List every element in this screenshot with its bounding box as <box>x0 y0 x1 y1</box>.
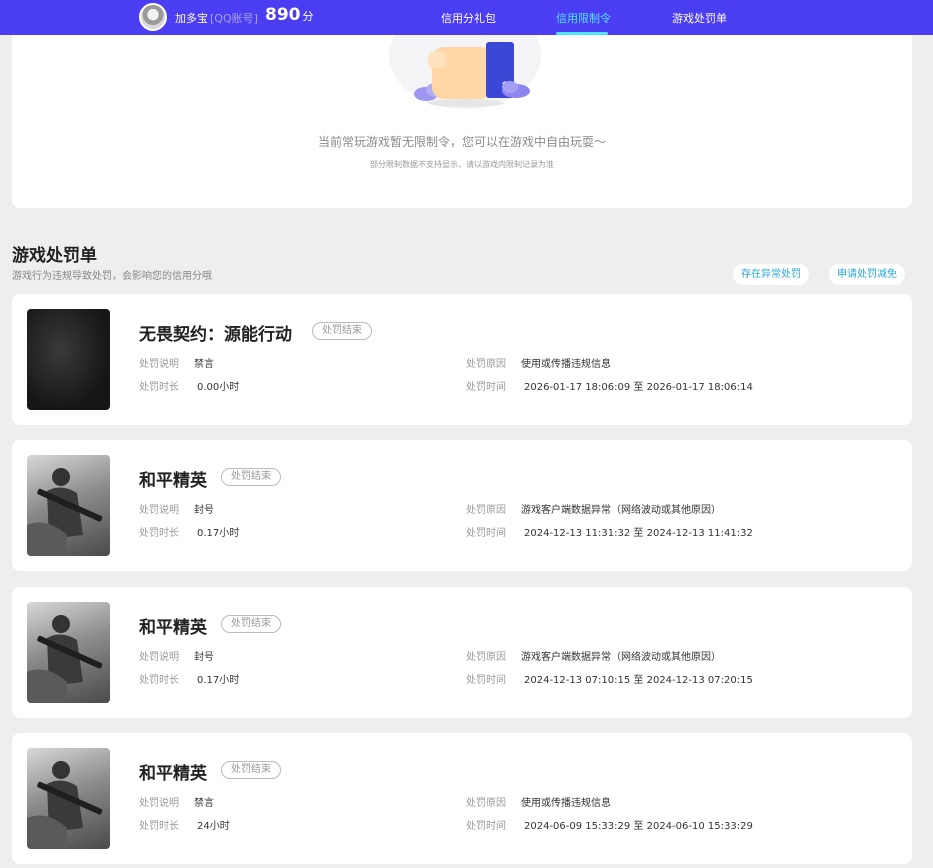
penalty-reason-value: 使用或传播违规信息 <box>521 359 611 370</box>
section-description: 游戏行为违规导致处罚，会影响您的信用分哦 <box>12 271 212 282</box>
status-badge: 处罚结束 <box>221 761 281 779</box>
penalty-reason-label: 处罚原因 <box>466 505 506 516</box>
penalty-card: 和平精英 处罚结束 处罚说明 封号 处罚时长 0.17小时 处罚原因 游戏客户端… <box>12 587 912 718</box>
game-thumbnail <box>27 309 110 410</box>
penalty-time-value: 2024-12-13 11:31:32 至 2024-12-13 11:41:3… <box>524 524 753 539</box>
penalty-time-value: 2024-12-13 07:10:15 至 2024-12-13 07:20:1… <box>524 671 753 686</box>
soldier-artwork <box>27 468 103 556</box>
penalty-to: 至 <box>633 382 644 393</box>
game-title: 和平精英 <box>139 471 207 491</box>
penalty-duration-label: 处罚时长 <box>139 821 179 832</box>
penalty-time-value: 2026-01-17 18:06:09 至 2026-01-17 18:06:1… <box>524 378 753 393</box>
penalty-start: 2026-01-17 18:06:09 <box>524 382 631 393</box>
game-thumbnail <box>27 455 110 556</box>
top-nav-bar: 加多宝 [QQ账号] 890 分 信用分礼包 信用限制令 游戏处罚单 <box>0 0 933 35</box>
abnormal-penalty-button[interactable]: 存在异常处罚 <box>733 264 809 285</box>
penalty-start: 2024-06-09 15:33:29 <box>524 821 631 832</box>
penalty-to: 至 <box>633 528 644 539</box>
penalty-start: 2024-12-13 07:10:15 <box>524 675 631 686</box>
soldier-artwork <box>27 761 103 849</box>
penalty-duration-label: 处罚时长 <box>139 382 179 393</box>
penalty-reason-label: 处罚原因 <box>466 652 506 663</box>
game-thumbnail <box>27 748 110 849</box>
game-title: 和平精英 <box>139 618 207 638</box>
penalty-reason-label: 处罚原因 <box>466 798 506 809</box>
penalty-to: 至 <box>633 821 644 832</box>
penalty-time-label: 处罚时间 <box>466 528 506 539</box>
penalty-time-label: 处罚时间 <box>466 675 506 686</box>
penalty-end: 2024-12-13 07:20:15 <box>646 675 753 686</box>
penalty-type-value: 封号 <box>194 652 214 663</box>
apply-reduction-button[interactable]: 申请处罚减免 <box>829 264 905 285</box>
tab-game-penalty[interactable]: 游戏处罚单 <box>672 10 727 26</box>
penalty-duration-label: 处罚时长 <box>139 528 179 539</box>
tab-credit-restriction[interactable]: 信用限制令 <box>556 10 611 26</box>
penalty-duration-value: 0.00小时 <box>197 382 240 393</box>
penalty-end: 2024-12-13 11:41:32 <box>646 528 753 539</box>
game-title: 和平精英 <box>139 764 207 784</box>
restriction-note: 部分限制数据不支持显示，请以游戏内限制记录为准 <box>370 160 554 169</box>
penalty-start: 2024-12-13 11:31:32 <box>524 528 631 539</box>
penalty-end: 2024-06-10 15:33:29 <box>646 821 753 832</box>
penalty-type-value: 禁言 <box>194 359 214 370</box>
score-value: 890 <box>265 5 301 25</box>
penalty-end: 2026-01-17 18:06:14 <box>646 382 753 393</box>
user-name: 加多宝 [QQ账号] <box>175 10 258 26</box>
penalty-duration-value: 24小时 <box>197 821 230 832</box>
penalty-type-value: 禁言 <box>194 798 214 809</box>
no-restriction-message: 当前常玩游戏暂无限制令，您可以在游戏中自由玩耍～ <box>317 135 606 149</box>
penalty-card: 和平精英 处罚结束 处罚说明 禁言 处罚时长 24小时 处罚原因 使用或传播违规… <box>12 733 912 864</box>
section-title: 游戏处罚单 <box>12 246 97 266</box>
account-type-tag: [QQ账号] <box>210 12 258 25</box>
status-badge: 处罚结束 <box>221 615 281 633</box>
penalty-reason-value: 游戏客户端数据异常（网络波动或其他原因） <box>521 652 721 663</box>
penalty-duration-value: 0.17小时 <box>197 675 240 686</box>
penalty-reason-value: 使用或传播违规信息 <box>521 798 611 809</box>
restriction-card: 当前常玩游戏暂无限制令，您可以在游戏中自由玩耍～ 部分限制数据不支持显示，请以游… <box>12 1 912 208</box>
penalty-type-label: 处罚说明 <box>139 505 179 516</box>
penalty-duration-label: 处罚时长 <box>139 675 179 686</box>
score-unit: 分 <box>302 10 314 23</box>
penalty-to: 至 <box>633 675 644 686</box>
penalty-type-label: 处罚说明 <box>139 798 179 809</box>
penalty-time-value: 2024-06-09 15:33:29 至 2024-06-10 15:33:2… <box>524 817 753 832</box>
penalty-duration-value: 0.17小时 <box>197 528 240 539</box>
credit-score: 890 分 <box>265 5 314 25</box>
penalty-reason-value: 游戏客户端数据异常（网络波动或其他原因） <box>521 505 721 516</box>
tab-credit-gift[interactable]: 信用分礼包 <box>441 10 496 26</box>
penalty-time-label: 处罚时间 <box>466 821 506 832</box>
active-tab-indicator <box>556 32 608 35</box>
soldier-artwork <box>27 615 103 703</box>
game-thumbnail <box>27 602 110 703</box>
status-badge: 处罚结束 <box>221 468 281 486</box>
penalty-type-label: 处罚说明 <box>139 652 179 663</box>
penalty-type-value: 封号 <box>194 505 214 516</box>
avatar[interactable] <box>139 3 167 31</box>
penalty-card: 和平精英 处罚结束 处罚说明 封号 处罚时长 0.17小时 处罚原因 游戏客户端… <box>12 440 912 571</box>
penalty-time-label: 处罚时间 <box>466 382 506 393</box>
penalty-card: 无畏契约：源能行动 处罚结束 处罚说明 禁言 处罚时长 0.00小时 处罚原因 … <box>12 294 912 425</box>
username-text: 加多宝 <box>175 12 208 25</box>
status-badge: 处罚结束 <box>312 322 372 340</box>
game-title: 无畏契约：源能行动 <box>139 325 292 345</box>
penalty-reason-label: 处罚原因 <box>466 359 506 370</box>
penalty-type-label: 处罚说明 <box>139 359 179 370</box>
